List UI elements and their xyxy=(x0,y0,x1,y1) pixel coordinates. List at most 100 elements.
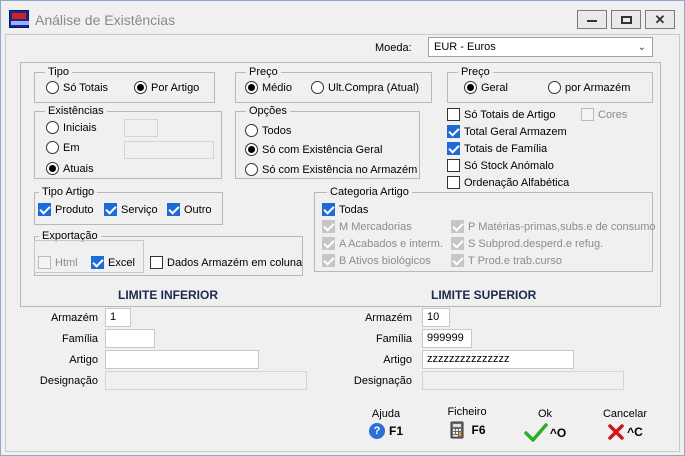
moeda-select[interactable]: EUR - Euros ⌄ xyxy=(428,37,653,57)
li-armazem-input[interactable]: 1 xyxy=(105,308,131,327)
categoria-b-checkbox[interactable]: B Ativos biológicos xyxy=(322,254,431,267)
opcoes-existencia-armazem-label: Só com Existência no Armazém xyxy=(262,163,418,176)
ls-artigo-label: Artigo xyxy=(383,354,412,366)
checkbox-box xyxy=(447,176,460,189)
tipo-por-artigo-label: Por Artigo xyxy=(151,81,200,94)
minimize-button[interactable] xyxy=(577,10,607,29)
checkbox-box xyxy=(167,203,180,216)
tipo-artigo-servico-label: Serviço xyxy=(121,203,158,216)
tipo-artigo-produto-label: Produto xyxy=(55,203,94,216)
help-icon: ? xyxy=(368,423,385,439)
opcoes-existencia-armazem-radio[interactable]: Só com Existência no Armazém xyxy=(245,163,417,176)
close-icon: ✕ xyxy=(654,12,666,27)
ajuda-button[interactable]: Ajuda ? F1 xyxy=(361,408,411,439)
opcoes-todos-radio[interactable]: Todos xyxy=(245,124,291,137)
li-designacao-field xyxy=(105,371,307,390)
existencias-em-radio[interactable]: Em xyxy=(46,141,80,154)
categoria-m-checkbox[interactable]: M Mercadorias xyxy=(322,220,412,233)
opcoes-existencia-geral-radio[interactable]: Só com Existência Geral xyxy=(245,143,382,156)
preco-armazem-legend: Preço xyxy=(458,66,493,78)
opcoes-existencia-geral-label: Só com Existência Geral xyxy=(262,143,383,156)
total-geral-armazem-checkbox[interactable]: Total Geral Armazem xyxy=(447,125,567,138)
cores-label: Cores xyxy=(598,108,628,121)
preco-geral-radio[interactable]: Geral xyxy=(464,81,508,94)
preco-por-armazem-radio[interactable]: por Armazém xyxy=(548,81,630,94)
ajuda-caption: Ajuda xyxy=(371,408,401,420)
ls-armazem-label: Armazém xyxy=(364,312,412,324)
categoria-t-checkbox[interactable]: T Prod.e trab.curso xyxy=(451,254,562,267)
cancelar-button[interactable]: Cancelar ^C xyxy=(595,408,655,441)
ls-artigo-input[interactable]: zzzzzzzzzzzzzzz xyxy=(422,350,574,369)
radio-circle xyxy=(245,143,258,156)
categoria-p-checkbox[interactable]: P Matérias-primas,subs.e de consumo xyxy=(451,220,656,233)
so-stock-anomalo-checkbox[interactable]: Só Stock Anómalo xyxy=(447,159,554,172)
cancelar-caption: Cancelar xyxy=(602,408,648,420)
checkbox-box xyxy=(322,254,335,267)
preco-ult-compra-label: Ult.Compra (Atual) xyxy=(328,81,420,94)
categoria-todas-checkbox[interactable]: Todas xyxy=(322,203,368,216)
checkbox-box xyxy=(38,203,51,216)
dados-armazem-coluna-checkbox[interactable]: Dados Armazém em coluna xyxy=(150,256,302,269)
existencias-atuais-radio[interactable]: Atuais xyxy=(46,162,94,175)
opcoes-todos-label: Todos xyxy=(262,124,292,137)
so-totais-artigo-checkbox[interactable]: Só Totais de Artigo xyxy=(447,108,556,121)
ls-designacao-field xyxy=(422,371,624,390)
existencias-atuais-label: Atuais xyxy=(63,162,94,175)
ficheiro-caption: Ficheiro xyxy=(447,406,487,418)
tipo-por-artigo-radio[interactable]: Por Artigo xyxy=(134,81,199,94)
existencias-iniciais-label: Iniciais xyxy=(63,121,97,134)
x-icon xyxy=(608,424,624,440)
cancelar-key: ^C xyxy=(627,425,643,439)
radio-circle xyxy=(548,81,561,94)
ls-familia-input[interactable]: 999999 xyxy=(422,329,472,348)
tipo-artigo-produto-checkbox[interactable]: Produto xyxy=(38,203,94,216)
existencias-em-date-field[interactable] xyxy=(124,141,214,159)
moeda-value: EUR - Euros xyxy=(434,41,496,53)
existencias-iniciais-field[interactable] xyxy=(124,119,158,137)
ok-button[interactable]: Ok ^O xyxy=(520,408,570,443)
tipo-artigo-servico-checkbox[interactable]: Serviço xyxy=(104,203,158,216)
tipo-so-totais-radio[interactable]: Só Totais xyxy=(46,81,108,94)
dialog-body: Moeda: EUR - Euros ⌄ Tipo Só Totais Por … xyxy=(5,34,680,452)
checkbox-box xyxy=(91,256,104,269)
exportacao-excel-checkbox[interactable]: Excel xyxy=(91,256,135,269)
close-button[interactable]: ✕ xyxy=(645,10,675,29)
dados-armazem-coluna-label: Dados Armazém em coluna xyxy=(167,256,303,269)
checkbox-box xyxy=(581,108,594,121)
preco-geral-label: Geral xyxy=(481,81,508,94)
radio-circle xyxy=(134,81,147,94)
maximize-button[interactable] xyxy=(611,10,641,29)
radio-circle xyxy=(245,81,258,94)
ls-armazem-input[interactable]: 10 xyxy=(422,308,450,327)
moeda-label: Moeda: xyxy=(375,42,412,54)
maximize-icon xyxy=(620,15,632,24)
preco-medio-radio[interactable]: Médio xyxy=(245,81,292,94)
ficheiro-key: F6 xyxy=(471,423,486,437)
existencias-iniciais-radio[interactable]: Iniciais xyxy=(46,121,97,134)
checkbox-box xyxy=(451,237,464,250)
categoria-b-label: B Ativos biológicos xyxy=(339,254,431,267)
categoria-a-checkbox[interactable]: A Acabados e interm. xyxy=(322,237,443,250)
li-familia-label: Família xyxy=(61,333,98,345)
li-familia-input[interactable] xyxy=(105,329,155,348)
ficheiro-button[interactable]: Ficheiro F6 xyxy=(439,406,495,439)
totais-familia-checkbox[interactable]: Totais de Família xyxy=(447,142,547,155)
checkbox-box xyxy=(447,142,460,155)
app-logo-icon xyxy=(9,10,29,28)
exportacao-excel-label: Excel xyxy=(108,256,135,269)
limite-inferior-title: LIMITE INFERIOR xyxy=(118,288,218,302)
checkbox-box xyxy=(447,125,460,138)
preco-ult-compra-radio[interactable]: Ult.Compra (Atual) xyxy=(311,81,419,94)
tipo-artigo-outro-checkbox[interactable]: Outro xyxy=(167,203,212,216)
li-designacao-label: Designação xyxy=(39,375,98,387)
cores-checkbox[interactable]: Cores xyxy=(581,108,627,121)
tipo-artigo-outro-label: Outro xyxy=(184,203,212,216)
window: Análise de Existências ✕ Moeda: EUR - Eu… xyxy=(0,0,685,456)
categoria-s-checkbox[interactable]: S Subprod.desperd.e refug. xyxy=(451,237,603,250)
total-geral-armazem-label: Total Geral Armazem xyxy=(464,125,567,138)
categoria-artigo-legend: Categoria Artigo xyxy=(327,186,412,198)
ordenacao-alfabetica-checkbox[interactable]: Ordenação Alfabética xyxy=(447,176,569,189)
preco-medio-label: Médio xyxy=(262,81,292,94)
li-artigo-input[interactable] xyxy=(105,350,259,369)
exportacao-html-checkbox[interactable]: Html xyxy=(38,256,78,269)
